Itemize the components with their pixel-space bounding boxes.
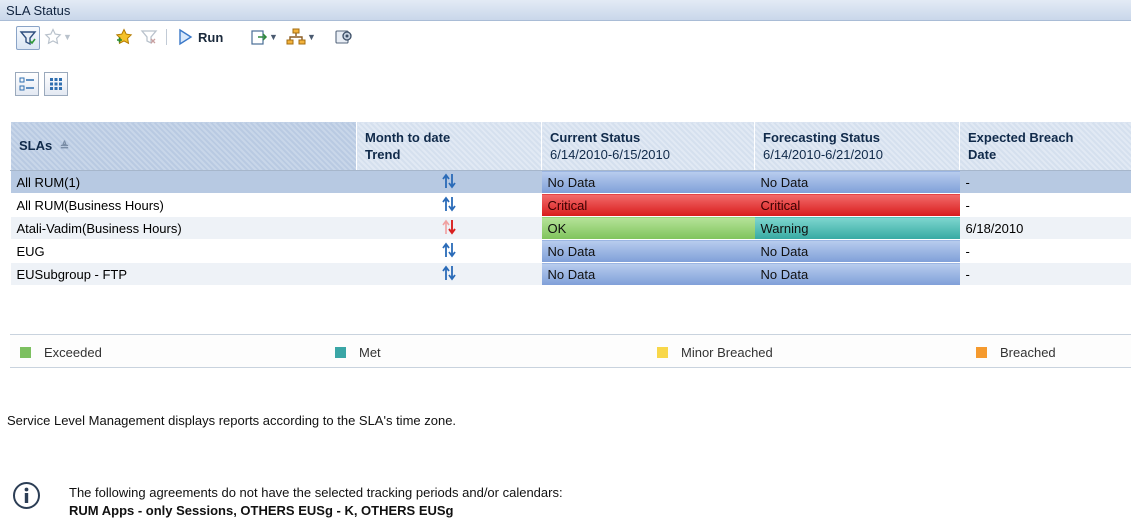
forecast-status-cell: No Data (754, 170, 960, 194)
column-header-slas[interactable]: SLAs ≜ (10, 121, 357, 171)
info-icon (13, 482, 40, 509)
sla-name[interactable]: Atali-Vadim(Business Hours) (10, 216, 357, 240)
legend-swatch (976, 347, 987, 358)
remove-filter-icon (140, 30, 158, 45)
trend-cell (356, 239, 542, 263)
status-legend: Exceeded Met Minor Breached Breached (10, 334, 1131, 368)
add-favorite-icon (115, 28, 133, 45)
column-sublabel: 6/14/2010-6/21/2010 (763, 147, 883, 162)
sla-name[interactable]: All RUM(1) (10, 170, 357, 194)
current-status-cell: No Data (541, 262, 755, 286)
favorites-icon (44, 28, 62, 45)
trend-up-down-icon (442, 196, 456, 211)
export-icon (251, 30, 268, 45)
filter-icon (19, 31, 37, 46)
forecast-status-cell: No Data (754, 239, 960, 263)
trend-cell (356, 262, 542, 286)
filter-button[interactable] (16, 26, 40, 50)
grid-view-icon (50, 78, 62, 90)
favorites-dropdown[interactable]: ▼ (44, 26, 72, 48)
timezone-note: Service Level Management displays report… (7, 413, 457, 428)
legend-label: Met (359, 345, 381, 360)
legend-item-minor-breached: Minor Breached (657, 345, 773, 360)
legend-item-met: Met (335, 345, 381, 360)
info-agreement-list: RUM Apps - only Sessions, OTHERS EUSg - … (69, 503, 454, 518)
settings-button[interactable] (334, 26, 354, 48)
sort-ascending-icon: ≜ (59, 140, 70, 153)
column-header-forecasting-status[interactable]: Forecasting Status 6/14/2010-6/21/2010 (754, 121, 960, 171)
forecast-status-cell: No Data (754, 262, 960, 286)
breach-date-cell: - (959, 239, 1131, 263)
grid-view-button[interactable] (44, 72, 68, 96)
sla-name[interactable]: EUG (10, 239, 357, 263)
column-header-trend[interactable]: Month to date Trend (356, 121, 542, 171)
toolbar-separator (166, 29, 167, 45)
tree-dropdown[interactable]: ▼ (286, 26, 316, 48)
column-label: Current Status (550, 130, 641, 145)
info-message: The following agreements do not have the… (69, 485, 563, 500)
table-row[interactable]: All RUM(Business Hours) Critical Critica… (10, 193, 1131, 217)
add-favorite-button[interactable] (114, 26, 134, 48)
column-header-expected-breach[interactable]: Expected Breach Date (959, 121, 1131, 171)
table-row[interactable]: Atali-Vadim(Business Hours) OK Warning 6… (10, 216, 1131, 240)
column-label: Expected Breach (968, 130, 1074, 145)
toolbar: ▼ Run ▼ ▼ (0, 22, 1131, 52)
legend-swatch (335, 347, 346, 358)
legend-item-breached: Breached (976, 345, 1056, 360)
remove-filter-button[interactable] (140, 26, 158, 48)
current-status-cell: No Data (541, 239, 755, 263)
settings-icon (335, 30, 352, 44)
table-row[interactable]: All RUM(1) No Data No Data - (10, 170, 1131, 194)
export-dropdown[interactable]: ▼ (250, 26, 278, 48)
forecast-status-cell: Critical (754, 193, 960, 217)
table-header-row: SLAs ≜ Month to date Trend Current Statu… (10, 121, 1131, 171)
breach-date-cell: - (959, 262, 1131, 286)
list-view-button[interactable] (15, 72, 39, 96)
trend-up-down-icon (442, 173, 456, 188)
legend-item-exceeded: Exceeded (20, 345, 102, 360)
breach-date-cell: - (959, 170, 1131, 194)
forecast-status-cell: Warning (754, 216, 960, 240)
run-button[interactable]: Run (176, 26, 223, 48)
trend-cell (356, 216, 542, 240)
run-label: Run (198, 29, 224, 45)
current-status-cell: Critical (541, 193, 755, 217)
column-label: Month to date (365, 130, 451, 145)
sla-name[interactable]: EUSubgroup - FTP (10, 262, 357, 286)
legend-swatch (20, 347, 31, 358)
tree-icon (286, 28, 306, 45)
sla-name[interactable]: All RUM(Business Hours) (10, 193, 357, 217)
panel-title: SLA Status (6, 3, 71, 18)
legend-label: Minor Breached (681, 345, 773, 360)
trend-cell (356, 170, 542, 194)
column-label: SLAs (19, 137, 53, 153)
legend-label: Breached (1000, 345, 1056, 360)
legend-swatch (657, 347, 668, 358)
legend-label: Exceeded (44, 345, 102, 360)
column-header-current-status[interactable]: Current Status 6/14/2010-6/15/2010 (541, 121, 755, 171)
current-status-cell: OK (541, 216, 755, 240)
column-sublabel: 6/14/2010-6/15/2010 (550, 147, 670, 162)
list-view-icon (19, 77, 34, 91)
column-label: Forecasting Status (763, 130, 881, 145)
table-row[interactable]: EUSubgroup - FTP No Data No Data - (10, 262, 1131, 286)
column-sublabel: Trend (365, 147, 401, 162)
table-row[interactable]: EUG No Data No Data - (10, 239, 1131, 263)
trend-down-icon (442, 219, 456, 235)
breach-date-cell: 6/18/2010 (959, 216, 1131, 240)
trend-up-down-icon (442, 265, 456, 280)
sla-table: SLAs ≜ Month to date Trend Current Statu… (10, 121, 1131, 286)
run-icon (179, 28, 193, 46)
panel-title-bar: SLA Status (0, 0, 1131, 21)
current-status-cell: No Data (541, 170, 755, 194)
column-sublabel: Date (968, 147, 997, 162)
trend-cell (356, 193, 542, 217)
breach-date-cell: - (959, 193, 1131, 217)
trend-up-down-icon (442, 242, 456, 257)
